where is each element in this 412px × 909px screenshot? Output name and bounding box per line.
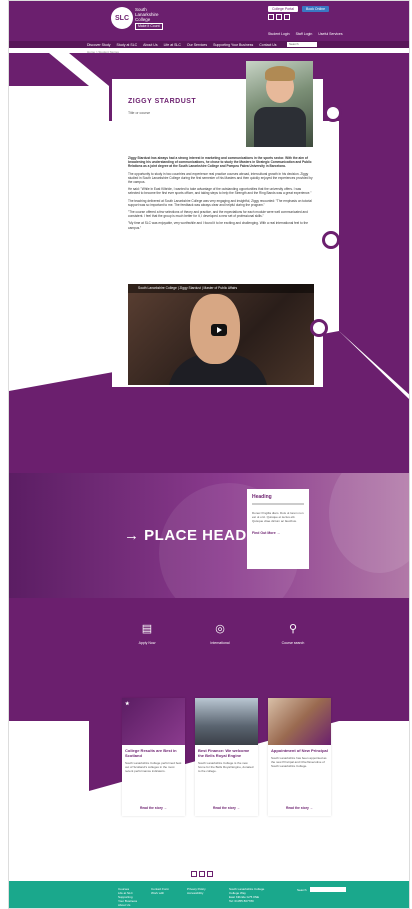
brand-name: South Lanarkshire College Make it Count bbox=[135, 7, 163, 30]
facebook-icon[interactable] bbox=[268, 14, 274, 20]
social-icons bbox=[268, 14, 290, 20]
news-image: ★ bbox=[122, 698, 185, 745]
read-the-story-link[interactable]: Read the story → bbox=[122, 806, 185, 810]
video-player[interactable]: South Lanarkshire College | Ziggy Stardu… bbox=[128, 284, 314, 385]
international-link[interactable]: ◎ International bbox=[195, 623, 245, 645]
news-card: Best Finance: We welcome the Bells Royal… bbox=[195, 698, 258, 816]
banner-card-text: Donec fringilla diam. Duis ut lorem non … bbox=[252, 511, 304, 523]
footer-search: Search bbox=[297, 887, 346, 892]
quick-link-label: Course search bbox=[281, 641, 305, 645]
nav-item[interactable]: Life at SLC bbox=[164, 43, 181, 47]
news-image bbox=[268, 698, 331, 745]
story-paragraph: He said: "While in East Kilbride, I want… bbox=[128, 187, 312, 196]
brand-line: College bbox=[135, 17, 151, 22]
search-icon: ⚲ bbox=[288, 623, 298, 635]
banner-heading-card: Heading Donec fringilla diam. Duis ut lo… bbox=[247, 489, 309, 569]
useful-services-link[interactable]: Useful Services bbox=[318, 32, 342, 36]
footer-link[interactable]: About Us bbox=[118, 903, 137, 907]
nav-item[interactable]: Supporting Your Business bbox=[213, 43, 253, 47]
quick-link-label: Apply Now bbox=[138, 641, 156, 645]
nav-search-input[interactable]: Search bbox=[287, 42, 317, 47]
footer-search-input[interactable] bbox=[309, 887, 346, 892]
news-card: ★ College Results are Best in Scotland S… bbox=[122, 698, 185, 816]
top-links: College Portal Book Online bbox=[268, 6, 330, 12]
instagram-icon[interactable] bbox=[207, 871, 213, 877]
timeline-dot-icon bbox=[310, 319, 328, 337]
divider bbox=[252, 503, 304, 505]
arrow-right-icon: → bbox=[124, 527, 140, 544]
news-card: Appointment of New Principal South Lanar… bbox=[268, 698, 331, 816]
footer-link[interactable]: Work with bbox=[151, 891, 169, 895]
footer-address: South Lanarkshire College College Way Ea… bbox=[229, 887, 264, 903]
find-out-more-link[interactable]: Find Out More → bbox=[252, 531, 304, 535]
main-nav: Discover Study Study at SLC About Us Lif… bbox=[9, 41, 409, 48]
story-paragraph: The teaching delivered at South Lanarksh… bbox=[128, 198, 312, 207]
phone-number: Tel: 01355 807780 bbox=[229, 899, 254, 903]
banner-card-heading: Heading bbox=[252, 494, 272, 500]
top-header: SLC South Lanarkshire College Make it Co… bbox=[9, 1, 409, 41]
news-title: College Results are Best in Scotland bbox=[125, 748, 177, 758]
nav-item[interactable]: Discover Study bbox=[87, 43, 111, 47]
twitter-icon[interactable] bbox=[199, 871, 205, 877]
profile-body bbox=[254, 107, 306, 147]
nav-item[interactable]: Study at SLC bbox=[117, 43, 138, 47]
profile-photo bbox=[246, 61, 313, 147]
course-search-link[interactable]: ⚲ Course search bbox=[268, 623, 318, 645]
read-the-story-link[interactable]: Read the story → bbox=[268, 806, 331, 810]
news-title: Appointment of New Principal bbox=[271, 748, 328, 753]
profile-hair bbox=[265, 66, 295, 81]
footer-social-icons bbox=[191, 871, 213, 877]
play-button-icon[interactable] bbox=[211, 324, 227, 336]
college-logo[interactable]: SLC bbox=[111, 7, 133, 29]
news-summary: South Lanarkshire College is the new hom… bbox=[198, 761, 254, 773]
facebook-icon[interactable] bbox=[191, 871, 197, 877]
news-summary: South Lanarkshire College performed best… bbox=[125, 761, 182, 773]
student-login-link[interactable]: Student Login bbox=[268, 32, 290, 36]
college-portal-button[interactable]: College Portal bbox=[268, 6, 298, 12]
student-course: Title or course bbox=[128, 111, 151, 115]
story-paragraph: "The course offered a few selections of … bbox=[128, 210, 308, 219]
timeline-dot-icon bbox=[324, 104, 342, 122]
nav-item[interactable]: About Us bbox=[143, 43, 157, 47]
story-paragraph: "My time at SLC was enjoyable, very wort… bbox=[128, 221, 309, 230]
instagram-icon[interactable] bbox=[284, 14, 290, 20]
banner-photo-shape bbox=[329, 473, 409, 573]
news-summary: South Lanarkshire has been appointed as … bbox=[271, 756, 327, 768]
brand-tagline: Make it Count bbox=[135, 23, 163, 30]
story-paragraph: The opportunity to study in two countrie… bbox=[128, 171, 313, 185]
timeline-dot-icon bbox=[322, 231, 340, 249]
read-the-story-link[interactable]: Read the story → bbox=[195, 806, 258, 810]
story-lead: Ziggy Stardust has always had a strong i… bbox=[128, 156, 312, 169]
globe-icon: ◎ bbox=[215, 623, 225, 635]
nav-item[interactable]: Our Services bbox=[187, 43, 207, 47]
footer-col: Contact Form Work with bbox=[151, 887, 169, 895]
book-online-button[interactable]: Book Online bbox=[301, 6, 330, 12]
footer-search-label: Search bbox=[297, 887, 307, 892]
video-title: South Lanarkshire College | Ziggy Stardu… bbox=[128, 284, 314, 293]
footer-col: Courses Life at SLC Supporting Your Busi… bbox=[118, 887, 137, 907]
document-icon: ▤ bbox=[141, 623, 153, 635]
page-frame: SLC South Lanarkshire College Make it Co… bbox=[8, 0, 410, 909]
footer-link[interactable]: Accessibility bbox=[187, 891, 206, 895]
apply-now-link[interactable]: ▤ Apply Now bbox=[122, 623, 172, 645]
footer-col: Privacy Policy Accessibility bbox=[187, 887, 206, 895]
student-name: ZIGGY STARDUST bbox=[128, 98, 197, 105]
twitter-icon[interactable] bbox=[276, 14, 282, 20]
utility-links: Student Login Staff Login Useful Service… bbox=[268, 32, 343, 36]
story-body: Ziggy Stardust has always had a strong i… bbox=[128, 156, 313, 233]
news-image bbox=[195, 698, 258, 745]
nav-item[interactable]: Contact Us bbox=[259, 43, 276, 47]
news-title: Best Finance: We welcome the Bells Royal… bbox=[198, 748, 250, 758]
site-footer bbox=[9, 881, 409, 908]
staff-login-link[interactable]: Staff Login bbox=[296, 32, 313, 36]
quick-link-label: International bbox=[210, 641, 230, 645]
